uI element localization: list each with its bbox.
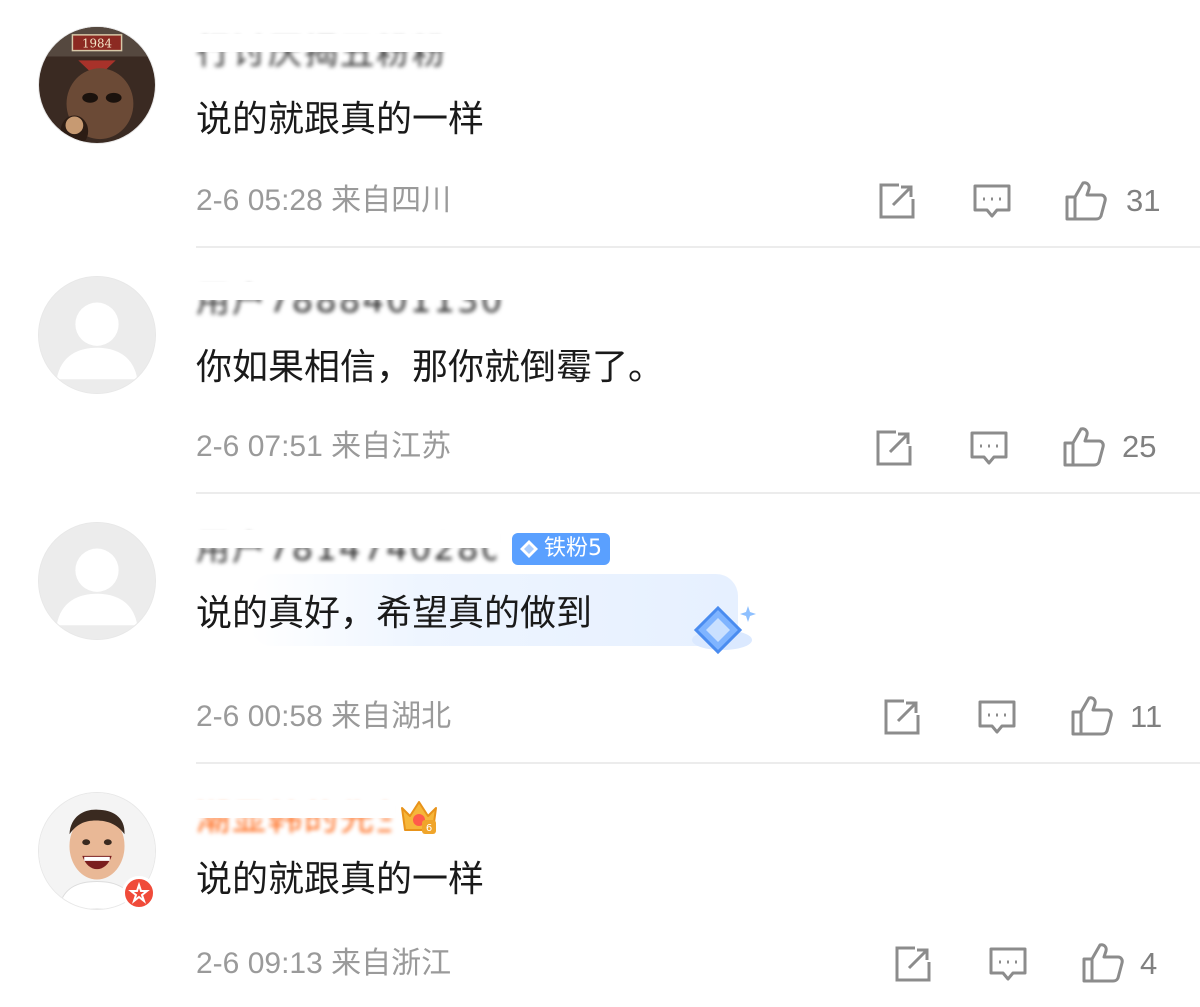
- comment-text: 说的就跟真的一样: [196, 99, 485, 140]
- username-mask: [190, 530, 500, 548]
- like-count: 4: [1140, 946, 1158, 981]
- svg-text:6: 6: [426, 823, 432, 834]
- comment-text: 你如果相信，那你就倒霉了。: [196, 347, 665, 388]
- verified-badge-icon: [122, 876, 156, 910]
- divider: [196, 492, 1200, 494]
- svg-text:1984: 1984: [82, 37, 112, 51]
- repost-button[interactable]: [882, 697, 922, 737]
- comment-meta: 2-6 05:28 来自四川: [196, 184, 452, 217]
- comment-meta: 2-6 07:51 来自江苏: [196, 430, 452, 463]
- default-avatar-image: [39, 277, 155, 393]
- divider: [196, 762, 1200, 764]
- comment-button[interactable]: [977, 697, 1017, 737]
- fan-level-badge[interactable]: 铁粉5: [512, 533, 610, 565]
- comment-meta: 2-6 09:13 来自浙江: [196, 947, 452, 980]
- like-count: 25: [1122, 429, 1157, 464]
- repost-icon: [884, 699, 920, 735]
- divider: [196, 246, 1200, 248]
- comment-button[interactable]: [972, 181, 1012, 221]
- like-button[interactable]: [1064, 179, 1108, 223]
- like-button[interactable]: [1062, 425, 1106, 469]
- comment-icon: [989, 947, 1027, 981]
- comment-text: 说的就跟真的一样: [196, 859, 485, 900]
- comment-button[interactable]: [969, 428, 1009, 468]
- comment-icon: [978, 700, 1016, 734]
- comment-item: 1984 行讨厌揭丑粉粉 说的就跟真的一样 2-6 05:28 来自四川 31: [0, 0, 1200, 248]
- comment-meta: 2-6 00:58 来自湖北: [196, 700, 452, 733]
- repost-icon: [879, 183, 915, 219]
- like-button[interactable]: [1070, 694, 1114, 738]
- like-icon: [1071, 696, 1113, 736]
- comment-text: 说的真好，希望真的做到: [196, 593, 593, 634]
- comment-button[interactable]: [988, 944, 1028, 984]
- username-mask: [190, 800, 395, 818]
- diamond-icon: [520, 540, 538, 558]
- repost-icon: [895, 946, 931, 982]
- like-icon: [1082, 943, 1124, 983]
- username-mask: [190, 34, 520, 52]
- diamond-decoration-icon: [692, 605, 756, 655]
- like-count: 11: [1130, 699, 1163, 734]
- like-icon: [1065, 181, 1107, 221]
- avatar[interactable]: [38, 276, 156, 394]
- username-mask: [190, 282, 520, 300]
- repost-button[interactable]: [893, 944, 933, 984]
- avatar[interactable]: [38, 522, 156, 640]
- crown-icon: 6: [401, 801, 437, 834]
- avatar[interactable]: 1984: [38, 26, 156, 144]
- default-avatar-image: [39, 523, 155, 639]
- avatar-1984-poster-image: 1984: [39, 27, 155, 143]
- repost-button[interactable]: [877, 181, 917, 221]
- like-count: 31: [1126, 183, 1161, 218]
- like-button[interactable]: [1081, 941, 1125, 985]
- repost-button[interactable]: [874, 428, 914, 468]
- fan-level-label: 铁粉5: [544, 536, 602, 561]
- comment-icon: [970, 431, 1008, 465]
- comment-icon: [973, 184, 1011, 218]
- repost-icon: [876, 430, 912, 466]
- like-icon: [1063, 427, 1105, 467]
